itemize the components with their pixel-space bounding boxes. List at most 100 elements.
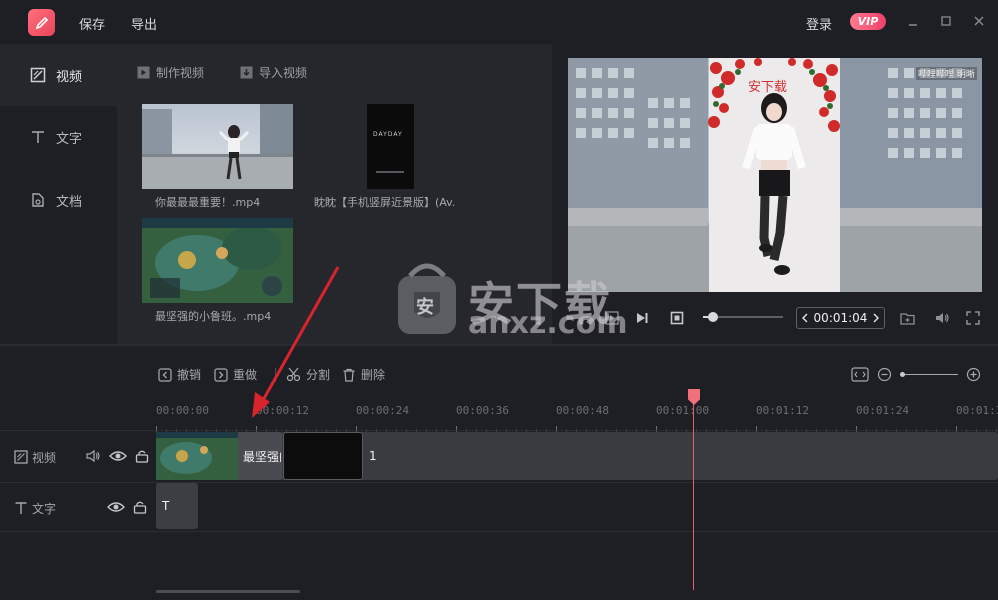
video-clip-game[interactable]: 最坚强的: [156, 432, 282, 480]
chevron-left-icon[interactable]: [801, 313, 809, 323]
video-clip-label: 1: [369, 449, 377, 463]
text-icon: [32, 131, 44, 143]
media-file-name: 你最最最重要！.mp4: [155, 196, 261, 209]
import-video-label: 导入视频: [259, 66, 308, 80]
media-file-name: 眈眈【手机竖屏近景版】(Av.: [314, 196, 456, 209]
sidebar: 视频 文字 文档: [0, 44, 117, 344]
pen-icon: [35, 16, 48, 29]
media-thumbnail-dance[interactable]: [142, 104, 293, 189]
watermark-sub-text: anxz.com: [468, 306, 628, 341]
text-clip[interactable]: T: [156, 483, 198, 529]
next-frame-icon: [637, 313, 648, 323]
text-track-header: 文字: [0, 483, 154, 533]
close-button[interactable]: [970, 12, 988, 30]
zoom-slider[interactable]: [900, 372, 958, 377]
text-track: 文字: [0, 482, 998, 532]
stop-button[interactable]: [668, 308, 686, 328]
speaker-icon: [935, 313, 949, 323]
current-time: 00:01:04: [813, 311, 868, 325]
fullscreen-button[interactable]: [964, 308, 982, 328]
dance-thumbnail-image: [142, 104, 293, 189]
track-visibility-button[interactable]: [109, 450, 128, 465]
folder-button[interactable]: [898, 308, 916, 328]
video-icon: [14, 450, 28, 464]
playhead-line: [693, 400, 694, 590]
close-icon: [974, 16, 984, 26]
video-icon: [30, 67, 46, 83]
volume-slider-handle[interactable]: [707, 312, 718, 322]
zoom-slider-handle[interactable]: [900, 372, 905, 377]
time-display[interactable]: 00:01:04: [796, 307, 885, 329]
zoom-out-icon: [877, 367, 892, 382]
speaker-icon: [86, 449, 100, 462]
ruler-label: 00:01:36: [956, 404, 998, 417]
track-lock-button[interactable]: [133, 500, 147, 517]
sidebar-item-text[interactable]: 文字: [0, 106, 117, 168]
lock-icon: [133, 501, 147, 514]
timeline-scrollbar[interactable]: [156, 590, 300, 593]
fit-width-icon: [851, 367, 869, 382]
login-link[interactable]: 登录: [806, 14, 832, 33]
minimize-button[interactable]: [904, 12, 922, 30]
preview-corner-text: 哔哩哔哩 明晰: [916, 67, 977, 80]
video-preview[interactable]: 安下载 哔哩哔哩 明晰: [568, 58, 982, 292]
video-clip-portrait-thumbnail[interactable]: [283, 432, 363, 480]
media-thumbnail-portrait[interactable]: DAYDAY: [367, 104, 414, 189]
maximize-button[interactable]: [937, 12, 955, 30]
menu-save[interactable]: 保存: [79, 14, 105, 33]
sidebar-item-video[interactable]: 视频: [0, 44, 117, 106]
undo-button[interactable]: 撤销: [158, 366, 201, 383]
fit-timeline-button[interactable]: [851, 367, 869, 382]
next-frame-button[interactable]: [633, 308, 651, 328]
delete-button[interactable]: 删除: [342, 366, 385, 383]
ruler-label: 00:00:24: [356, 404, 409, 417]
text-icon: [15, 502, 27, 514]
app-logo: [28, 9, 55, 36]
track-volume-button[interactable]: [86, 449, 101, 466]
lock-icon: [135, 450, 149, 463]
volume-slider[interactable]: [703, 312, 783, 322]
chevron-right-icon[interactable]: [872, 313, 880, 323]
import-icon: [240, 66, 253, 79]
eye-icon: [107, 501, 126, 512]
make-video-button[interactable]: 制作视频: [137, 64, 204, 81]
document-icon: [32, 193, 44, 207]
zoom-in-button[interactable]: [966, 367, 981, 382]
sidebar-item-label: 文档: [56, 194, 83, 210]
eye-icon: [109, 450, 128, 461]
title-bar: 保存 导出 登录 VIP: [0, 0, 998, 44]
maximize-icon: [941, 16, 951, 26]
ruler-label: 00:00:48: [556, 404, 609, 417]
video-track-header: 视频: [0, 431, 154, 483]
track-lock-button[interactable]: [135, 449, 149, 466]
minimize-icon: [909, 24, 917, 26]
play-square-icon: [137, 66, 150, 79]
make-video-label: 制作视频: [156, 66, 205, 80]
track-visibility-button[interactable]: [107, 501, 126, 516]
zoom-in-icon: [966, 367, 981, 382]
annotation-arrow-icon: [252, 266, 340, 418]
watermark-badge: 安: [392, 258, 462, 338]
sidebar-item-label: 文字: [56, 131, 83, 147]
fullscreen-icon: [966, 311, 980, 325]
game-clip-thumbnail: [156, 432, 238, 480]
text-clip-label: T: [162, 499, 170, 513]
stop-icon: [670, 311, 684, 325]
sidebar-item-document[interactable]: 文档: [0, 169, 117, 231]
mute-button[interactable]: [933, 308, 951, 328]
ruler-label: 00:01:24: [856, 404, 909, 417]
undo-label: 撤销: [177, 368, 202, 382]
import-video-button[interactable]: 导入视频: [240, 64, 307, 81]
portrait-thumbnail-line: [376, 171, 404, 173]
zoom-out-button[interactable]: [877, 367, 892, 382]
text-track-label: 文字: [32, 501, 57, 516]
ruler-label: 00:00:00: [156, 404, 209, 417]
ruler-label: 00:01:00: [656, 404, 709, 417]
delete-label: 删除: [361, 368, 386, 382]
folder-icon: [899, 312, 915, 325]
preview-overlay-text: 安下载: [748, 80, 788, 95]
menu-export[interactable]: 导出: [131, 14, 157, 33]
vip-badge[interactable]: VIP: [850, 13, 886, 30]
portrait-thumbnail-text: DAYDAY: [373, 131, 403, 138]
redo-icon: [214, 367, 228, 382]
